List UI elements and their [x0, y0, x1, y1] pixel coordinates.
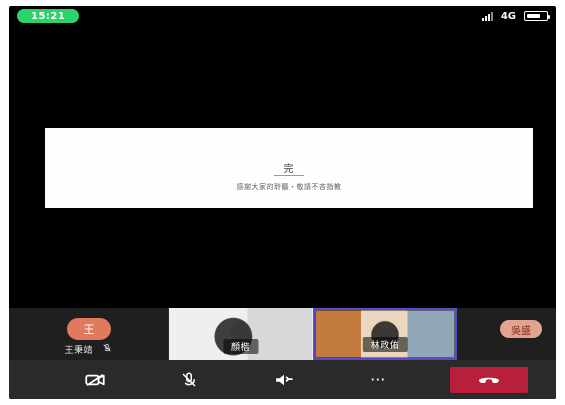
- participant-video-tile-3[interactable]: 林政佑: [313, 308, 457, 360]
- status-bar: 15:21 4G: [9, 6, 556, 26]
- participant-strip: 王 王秉靖 顏楷 林政佑 吳盛: [9, 308, 556, 360]
- participant-name-1: 王秉靖: [64, 346, 94, 356]
- network-type: 4G: [500, 10, 516, 22]
- participant-avatar-4: 吳盛: [500, 320, 542, 338]
- status-right: 4G: [481, 10, 550, 22]
- hangup-icon: [477, 374, 501, 386]
- slide-divider: [274, 175, 304, 176]
- shared-content-stage: 完 感謝大家的聆聽・敬請不吝指教 顏楷 ···: [9, 26, 556, 325]
- audio-route-button[interactable]: [262, 366, 306, 394]
- hangup-button[interactable]: [450, 366, 528, 393]
- camera-off-icon: [84, 373, 106, 387]
- battery-icon: [524, 11, 550, 21]
- participant-avatar-text-4: 吳盛: [511, 325, 531, 337]
- participant-avatar-1: 王: [67, 318, 111, 340]
- camera-toggle-button[interactable]: [73, 366, 117, 394]
- slide-title: 完: [283, 164, 295, 175]
- participant-name-row-1: 王秉靖: [9, 343, 168, 356]
- participant-tile-4[interactable]: 吳盛: [457, 308, 556, 360]
- participant-name-2: 顏楷: [222, 339, 259, 354]
- participant-tile-1[interactable]: 王 王秉靖: [9, 308, 169, 360]
- mic-off-icon: [102, 343, 112, 356]
- slide-subtitle: 感謝大家的聆聽・敬請不吝指教: [236, 183, 342, 191]
- shared-slide: 完 感謝大家的聆聽・敬請不吝指教: [45, 128, 533, 208]
- battery-fill: [527, 14, 540, 18]
- mic-off-icon: [180, 371, 198, 389]
- status-time: 15:21: [31, 10, 66, 22]
- participant-video-tile-2[interactable]: 顏楷: [169, 308, 313, 360]
- signal-icon: [481, 11, 493, 21]
- more-button[interactable]: ···: [356, 366, 400, 394]
- time-pill: 15:21: [17, 9, 80, 23]
- participant-name-3: 林政佑: [362, 337, 408, 352]
- video-call-screen: 15:21 4G 完 感謝大家的聆聽・敬請不吝指教 顏楷 ··· 王: [9, 6, 556, 399]
- more-icon: ···: [370, 370, 386, 389]
- participant-avatar-text-1: 王: [83, 323, 95, 336]
- mic-toggle-button[interactable]: [167, 366, 211, 394]
- speaker-icon: [273, 373, 295, 387]
- call-controls: ···: [9, 360, 556, 399]
